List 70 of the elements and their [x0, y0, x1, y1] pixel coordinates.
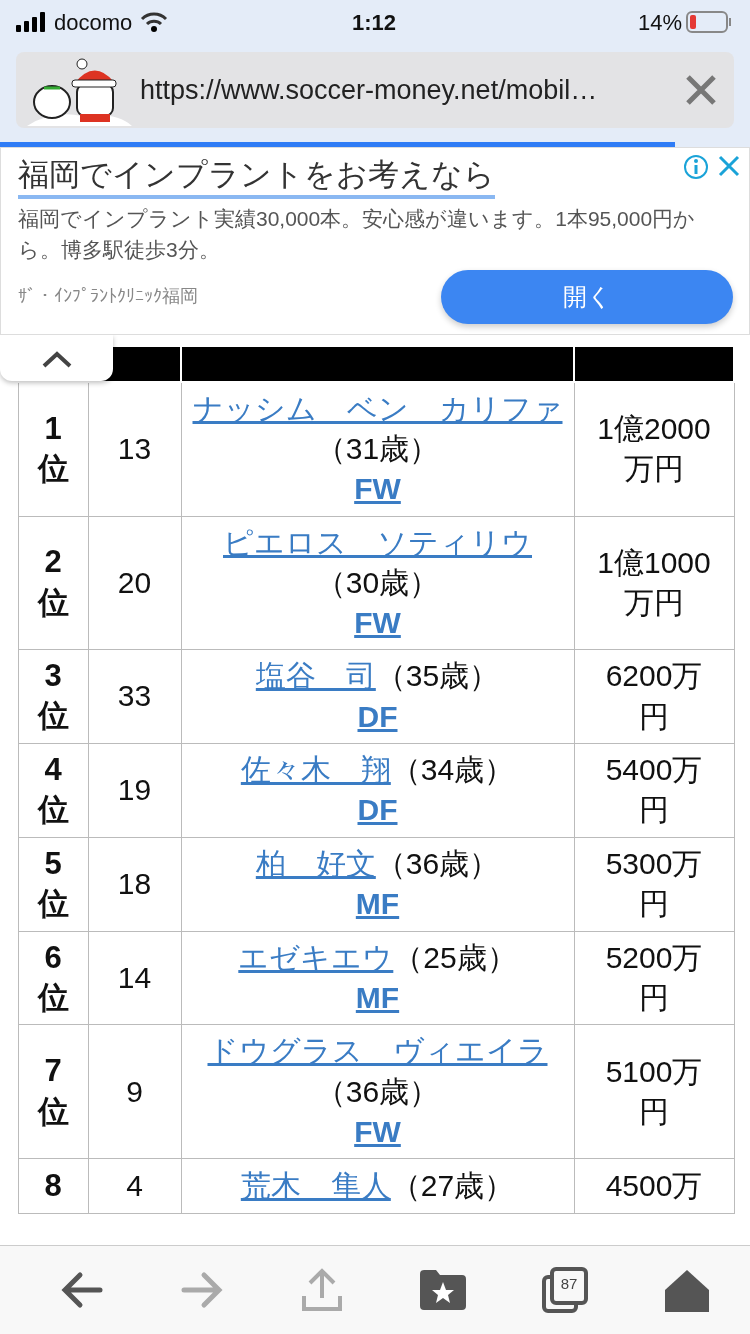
rank-label: 1位 — [37, 409, 69, 489]
salary-amount: 5300万円 — [605, 847, 703, 921]
forward-arrow-icon — [180, 1270, 224, 1310]
player-age: （30歳） — [315, 565, 440, 599]
player-age: （35歳） — [375, 659, 500, 693]
player-link[interactable]: エゼキエウ — [238, 940, 394, 974]
salary-amount: 5100万円 — [605, 1054, 703, 1128]
shirt-number: 18 — [117, 867, 152, 901]
player-age: （31歳） — [315, 432, 440, 466]
clock-time: 1:12 — [351, 9, 396, 35]
wifi-icon — [140, 12, 169, 32]
player-age: （36歳） — [315, 1074, 440, 1108]
player-age: （25歳） — [393, 940, 517, 974]
advertiser-name: ｻﾞ・ｲﾝﾌﾟﾗﾝﾄｸﾘﾆｯｸ福岡 — [18, 285, 198, 309]
player-link[interactable]: 佐々木 翔 — [240, 753, 391, 787]
position-link[interactable]: DF — [357, 699, 398, 733]
scroll-up-button[interactable] — [0, 335, 113, 381]
player-link[interactable]: ドウグラス ヴィエイラ — [207, 1034, 548, 1068]
share-icon — [300, 1268, 344, 1312]
shirt-number: 19 — [117, 773, 152, 807]
salary-amount: 1億2000万円 — [597, 412, 711, 486]
player-link[interactable]: 荒木 隼人 — [240, 1168, 391, 1202]
back-arrow-icon — [60, 1270, 104, 1310]
salary-amount: 5200万円 — [605, 940, 703, 1014]
ad-description: 福岡でインプラント実績30,000本。安心感が違います。1本95,000円から。博多駅徒歩3分。 — [18, 205, 697, 264]
player-age: （27歳） — [390, 1168, 515, 1202]
salary-amount: 4500万 — [605, 1168, 703, 1202]
open-button[interactable]: 開く — [441, 269, 733, 324]
info-icon[interactable] — [683, 154, 709, 180]
rank-label: 5位 — [37, 844, 69, 924]
shirt-number: 4 — [126, 1168, 143, 1202]
shirt-number: 20 — [117, 565, 152, 599]
carrier-name: docomo — [54, 8, 133, 37]
salary-amount: 6200万円 — [605, 659, 703, 733]
salary-amount: 5400万円 — [605, 753, 703, 827]
bookmarks-button[interactable] — [420, 1270, 466, 1310]
rank-label: 8 — [43, 1167, 63, 1205]
rank-label: 2位 — [37, 543, 69, 622]
shirt-number: 14 — [117, 960, 152, 994]
bookmark-folder-icon — [420, 1270, 466, 1310]
player-link[interactable]: ピエロス ソティリウ — [223, 525, 532, 559]
shirt-number: 13 — [117, 432, 152, 466]
signal-icon — [16, 12, 46, 32]
shirt-number: 33 — [117, 679, 152, 713]
rank-label: 7位 — [37, 1052, 69, 1131]
chevron-up-icon — [40, 349, 73, 368]
ad-title[interactable]: 福岡でインプラントをお考えなら — [18, 156, 495, 199]
battery-percent: 14% — [637, 8, 682, 37]
position-link[interactable]: MF — [355, 887, 400, 921]
close-icon[interactable] — [717, 154, 741, 178]
player-link[interactable]: 柏 好文 — [255, 847, 376, 880]
position-link[interactable]: FW — [354, 472, 401, 506]
position-link[interactable]: FW — [354, 1114, 401, 1148]
rank-label: 3位 — [37, 657, 69, 736]
battery-icon — [686, 11, 732, 33]
back-button[interactable] — [60, 1270, 104, 1310]
position-link[interactable]: FW — [354, 605, 401, 639]
player-age: （34歳） — [390, 753, 515, 787]
position-link[interactable]: DF — [357, 793, 398, 827]
rank-label: 4位 — [37, 750, 69, 830]
player-link[interactable]: ナッシム ベン カリファ — [192, 392, 563, 425]
home-button[interactable] — [664, 1268, 710, 1312]
position-link[interactable]: MF — [355, 981, 400, 1014]
player-link[interactable]: 塩谷 司 — [255, 659, 376, 693]
salary-amount: 1億1000万円 — [597, 545, 711, 619]
player-age: （36歳） — [375, 847, 500, 880]
home-icon — [664, 1268, 710, 1312]
shirt-number: 9 — [126, 1074, 143, 1108]
close-icon[interactable] — [684, 73, 718, 107]
rank-label: 6位 — [37, 938, 69, 1017]
